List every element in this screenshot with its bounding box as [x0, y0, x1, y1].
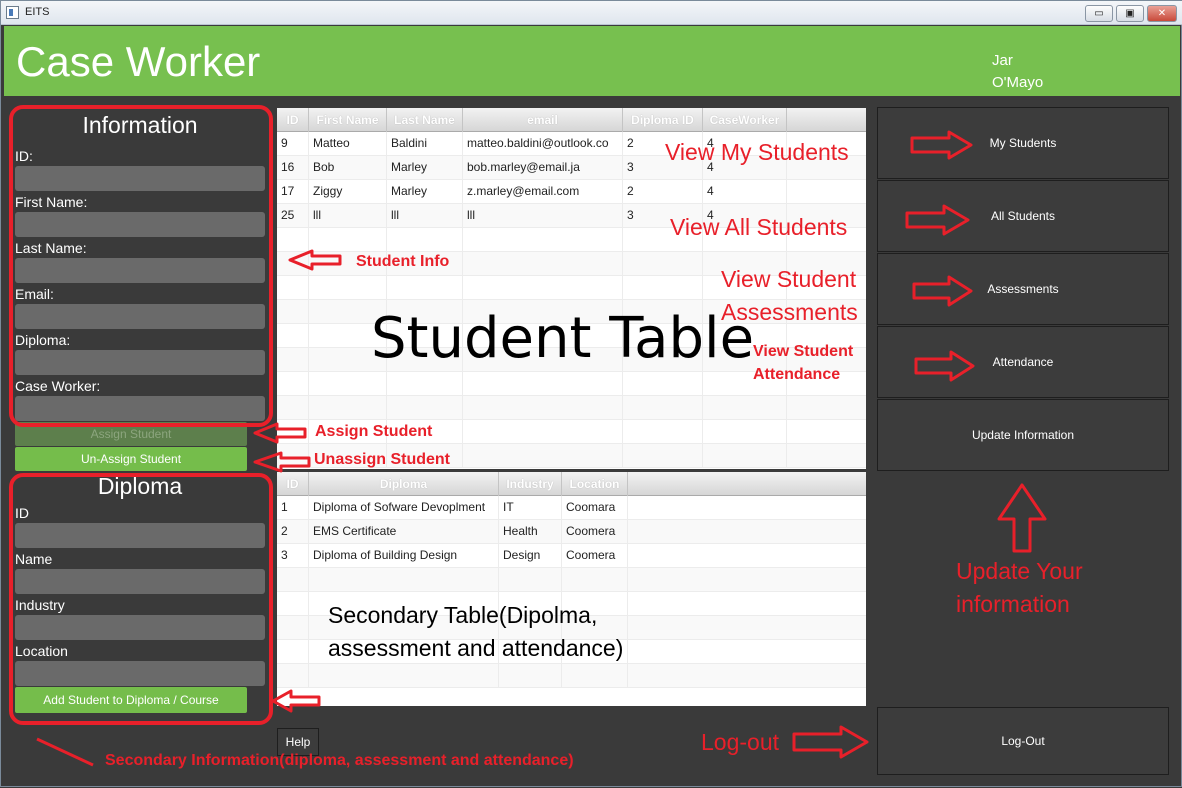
- header-bar: Case Worker Jar O'Mayo: [4, 26, 1180, 96]
- table-cell: lll: [463, 204, 623, 228]
- table-cell: 25: [277, 204, 309, 228]
- page-title: Case Worker: [16, 38, 261, 85]
- student-table-header: ID First Name Last Name email Diploma ID…: [277, 108, 866, 132]
- table-cell: Design: [499, 544, 562, 568]
- update-information-label: Update Information: [971, 428, 1075, 442]
- logout-label: Log-Out: [1001, 734, 1045, 748]
- table-cell: Baldini: [387, 132, 463, 156]
- column-header[interactable]: First Name: [309, 108, 387, 132]
- user-last-name: O'Mayo: [992, 74, 1044, 91]
- app-window: EITS ▭ ▣ ✕ Case Worker Jar O'Mayo Inform…: [0, 0, 1182, 787]
- table-cell: lll: [387, 204, 463, 228]
- assessments-button[interactable]: Assessments: [877, 253, 1169, 325]
- table-cell: bob.marley@email.ja: [463, 156, 623, 180]
- empty-row: [277, 664, 866, 688]
- secondary-info-annotation: Secondary Information(diploma, assessmen…: [105, 752, 574, 769]
- diploma-annotation-box: [9, 473, 273, 725]
- maximize-button[interactable]: ▣: [1116, 5, 1144, 22]
- table-row[interactable]: 2 EMS Certificate Health Coomera: [277, 520, 866, 544]
- table-row[interactable]: 1 Diploma of Sofware Devoplment IT Cooma…: [277, 496, 866, 520]
- pointer-line: [36, 737, 94, 767]
- secondary-table-annotation: Secondary Table(Dipolma, assessment and …: [328, 602, 624, 661]
- table-cell: matteo.baldini@outlook.co: [463, 132, 623, 156]
- table-row[interactable]: 3 Diploma of Building Design Design Coom…: [277, 544, 866, 568]
- column-header[interactable]: Diploma ID: [623, 108, 703, 132]
- view-all-students-annotation: View All Students: [670, 214, 848, 240]
- my-students-label: My Students: [989, 136, 1057, 150]
- assign-student-annotation: Assign Student: [315, 423, 433, 440]
- unassign-student-button[interactable]: Un-Assign Student: [15, 447, 247, 471]
- update-info-annotation-2: information: [956, 591, 1070, 617]
- table-cell: Coomara: [562, 496, 628, 520]
- column-header[interactable]: ID: [277, 108, 309, 132]
- column-header[interactable]: Location: [562, 472, 628, 496]
- assessments-label: Assessments: [987, 282, 1059, 296]
- table-cell: 2: [277, 520, 309, 544]
- logout-button[interactable]: Log-Out: [877, 707, 1169, 775]
- table-cell: 4: [703, 180, 787, 204]
- table-cell: Bob: [309, 156, 387, 180]
- update-info-annotation-1: Update Your: [956, 558, 1083, 584]
- view-attendance-annotation-2: Attendance: [753, 366, 841, 383]
- arrow-up-icon: [997, 483, 1047, 553]
- table-cell: EMS Certificate: [309, 520, 499, 544]
- table-cell: z.marley@email.com: [463, 180, 623, 204]
- column-header[interactable]: Last Name: [387, 108, 463, 132]
- attendance-label: Attendance: [992, 355, 1054, 369]
- column-header[interactable]: Diploma: [309, 472, 499, 496]
- column-header[interactable]: email: [463, 108, 623, 132]
- title-bar: EITS ▭ ▣ ✕: [1, 1, 1182, 25]
- table-row[interactable]: 17 Ziggy Marley z.marley@email.com 2 4: [277, 180, 866, 204]
- arrow-right-icon: [792, 725, 869, 759]
- table-cell: 2: [623, 180, 703, 204]
- table-cell: Ziggy: [309, 180, 387, 204]
- information-annotation-box: [9, 105, 273, 427]
- table-cell: Marley: [387, 180, 463, 204]
- user-first-name: Jar: [992, 52, 1013, 69]
- table-cell: IT: [499, 496, 562, 520]
- my-students-button[interactable]: My Students: [877, 107, 1169, 179]
- student-info-annotation: Student Info: [356, 253, 450, 270]
- table-cell: Marley: [387, 156, 463, 180]
- column-header[interactable]: ID: [277, 472, 309, 496]
- view-assessments-annotation-1: View Student: [721, 266, 857, 292]
- view-assessments-annotation-2: Assessments: [721, 299, 858, 325]
- unassign-student-annotation: Unassign Student: [314, 451, 451, 468]
- table-cell: 17: [277, 180, 309, 204]
- app-icon: [6, 6, 19, 19]
- table-cell: 1: [277, 496, 309, 520]
- all-students-button[interactable]: All Students: [877, 180, 1169, 252]
- column-header[interactable]: CaseWorker: [703, 108, 787, 132]
- student-table-annotation: Student Table: [371, 306, 755, 371]
- table-cell: Matteo: [309, 132, 387, 156]
- window-title: EITS: [25, 6, 50, 18]
- table-cell: Coomera: [562, 520, 628, 544]
- attendance-button[interactable]: Attendance: [877, 326, 1169, 398]
- table-cell: Diploma of Building Design: [309, 544, 499, 568]
- all-students-label: All Students: [990, 209, 1056, 223]
- table-cell: 16: [277, 156, 309, 180]
- column-header[interactable]: Industry: [499, 472, 562, 496]
- minimize-button[interactable]: ▭: [1085, 5, 1113, 22]
- table-cell: Health: [499, 520, 562, 544]
- update-information-button[interactable]: Update Information: [877, 399, 1169, 471]
- table-cell: lll: [309, 204, 387, 228]
- table-cell: 3: [277, 544, 309, 568]
- table-cell: Diploma of Sofware Devoplment: [309, 496, 499, 520]
- empty-row: [277, 568, 866, 592]
- table-cell: Coomera: [562, 544, 628, 568]
- secondary-table-header: ID Diploma Industry Location: [277, 472, 866, 496]
- close-button[interactable]: ✕: [1147, 5, 1177, 22]
- secondary-table[interactable]: ID Diploma Industry Location 1 Diploma o…: [277, 472, 866, 706]
- view-my-students-annotation: View My Students: [665, 139, 849, 165]
- logout-annotation: Log-out: [701, 729, 780, 755]
- empty-row: [277, 396, 866, 420]
- table-cell: 9: [277, 132, 309, 156]
- view-attendance-annotation-1: View Student: [753, 343, 854, 360]
